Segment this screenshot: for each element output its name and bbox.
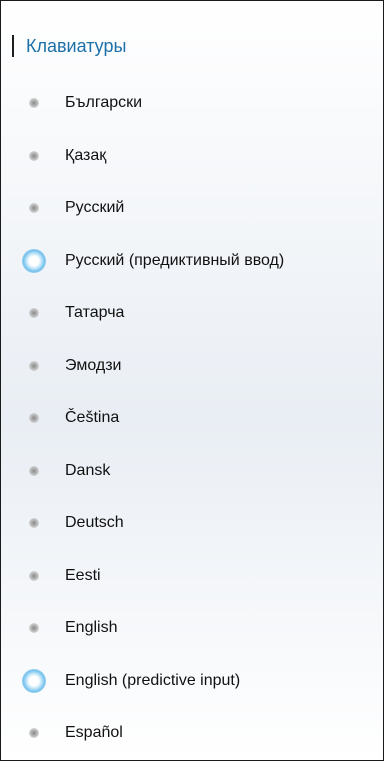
- page-title: Клавиатуры: [26, 35, 127, 56]
- inactive-dot-icon: [20, 352, 48, 380]
- keyboard-item[interactable]: Татарча: [0, 287, 384, 340]
- keyboard-item[interactable]: Эмодзи: [0, 340, 384, 393]
- keyboard-label: Русский: [65, 199, 125, 217]
- keyboard-item[interactable]: Español: [0, 707, 384, 760]
- keyboard-list: Български Қазақ Русский Русский (предикт…: [0, 77, 384, 760]
- keyboard-item[interactable]: Русский (предиктивный ввод): [0, 235, 384, 288]
- keyboard-label: English (predictive input): [65, 671, 241, 689]
- inactive-dot-icon: [20, 614, 48, 642]
- inactive-dot-icon: [20, 194, 48, 222]
- keyboard-label: Čeština: [65, 409, 120, 427]
- active-dot-icon: [20, 247, 48, 275]
- active-dot-icon: [20, 667, 48, 695]
- keyboard-label: Dansk: [65, 461, 111, 479]
- keyboard-label: Eesti: [65, 566, 101, 584]
- keyboard-label: Қазақ: [65, 146, 107, 164]
- inactive-dot-icon: [20, 509, 48, 537]
- inactive-dot-icon: [20, 719, 48, 747]
- inactive-dot-icon: [20, 562, 48, 590]
- keyboard-item[interactable]: Čeština: [0, 392, 384, 445]
- inactive-dot-icon: [20, 457, 48, 485]
- keyboard-label: Татарча: [65, 304, 125, 322]
- keyboard-item[interactable]: Русский: [0, 182, 384, 235]
- keyboard-item[interactable]: English: [0, 602, 384, 655]
- keyboard-item[interactable]: English (predictive input): [0, 655, 384, 708]
- inactive-dot-icon: [20, 89, 48, 117]
- inactive-dot-icon: [20, 142, 48, 170]
- keyboard-item[interactable]: Dansk: [0, 445, 384, 498]
- header-accent-bar: [12, 35, 14, 57]
- keyboard-label: Русский (предиктивный ввод): [65, 251, 285, 269]
- keyboard-label: Deutsch: [65, 514, 124, 532]
- keyboard-item[interactable]: Български: [0, 77, 384, 130]
- keyboard-label: Español: [65, 724, 123, 742]
- keyboard-item[interactable]: Eesti: [0, 550, 384, 603]
- keyboard-item[interactable]: Deutsch: [0, 497, 384, 550]
- inactive-dot-icon: [20, 404, 48, 432]
- keyboard-label: Български: [65, 94, 143, 112]
- keyboard-label: English: [65, 619, 118, 637]
- inactive-dot-icon: [20, 299, 48, 327]
- keyboard-item[interactable]: Қазақ: [0, 130, 384, 183]
- keyboard-label: Эмодзи: [65, 356, 122, 374]
- keyboards-header: Клавиатуры: [12, 33, 126, 59]
